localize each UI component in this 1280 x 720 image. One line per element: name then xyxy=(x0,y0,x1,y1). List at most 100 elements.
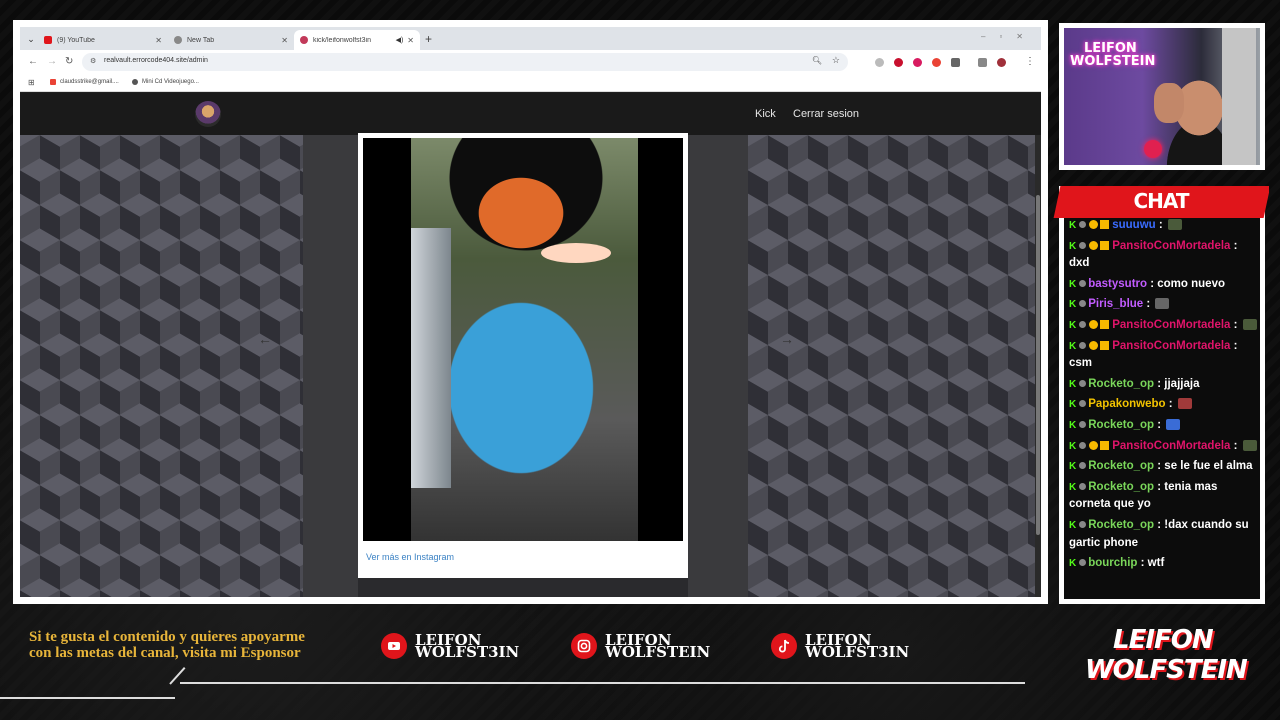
chat-username[interactable]: PansitoConMortadela xyxy=(1112,319,1230,331)
chat-separator: : xyxy=(1143,298,1154,311)
bookmark-videojuegos[interactable]: Mini Cd Videojuego... xyxy=(132,79,199,85)
social-tiktok: LEIFON WOLFST3IN xyxy=(771,633,925,660)
bookmark-label: Mini Cd Videojuego... xyxy=(142,79,199,85)
apps-grid-icon[interactable]: ⊞ xyxy=(28,78,35,87)
tab-close-icon[interactable]: ✕ xyxy=(281,36,288,45)
chat-username[interactable]: Rocketo_op xyxy=(1088,419,1154,431)
tab-youtube[interactable]: (9) YouTube ✕ xyxy=(38,30,168,50)
speaker-icon[interactable]: ◀) xyxy=(396,36,404,44)
chat-username[interactable]: Piris_blue xyxy=(1088,298,1143,310)
back-arrow-icon[interactable]: ← xyxy=(28,56,38,67)
chat-message: K PansitoConMortadela : xyxy=(1069,317,1258,335)
subscriber-badge-icon xyxy=(1089,319,1099,329)
hand-shape xyxy=(1154,83,1184,123)
nav-link-kick[interactable]: Kick xyxy=(755,108,776,120)
window-controls[interactable]: –▫✕ xyxy=(981,32,1037,41)
chat-message-text: csm xyxy=(1069,357,1093,370)
view-more-instagram-link[interactable]: Ver más en Instagram xyxy=(363,541,683,573)
social-name-line2: WOLFST3IN xyxy=(415,643,520,661)
prev-arrow-icon[interactable]: ← xyxy=(258,331,272,347)
browser-menu-icon[interactable]: ⋮ xyxy=(1025,56,1035,67)
forward-arrow-icon[interactable]: → xyxy=(47,56,57,67)
chat-username[interactable]: bastysutro xyxy=(1088,278,1147,290)
verified-badge-icon xyxy=(1079,482,1087,490)
chat-username[interactable]: suuuwu xyxy=(1112,219,1155,231)
tab-kick[interactable]: kick/leifonwolfst3in ◀) ✕ xyxy=(294,30,420,50)
social-name-line2: WOLFSTEIN xyxy=(605,643,711,661)
mascot-mouth-shape xyxy=(541,243,611,263)
bookmark-star-icon[interactable]: ☆ xyxy=(832,55,840,66)
kick-badge-icon: K xyxy=(1069,399,1077,411)
chat-emote-icon xyxy=(1167,219,1182,230)
verified-badge-icon xyxy=(1079,400,1087,408)
social-youtube: LEIFON WOLFST3IN xyxy=(381,633,535,661)
chat-emote-icon xyxy=(1242,318,1257,330)
divider-line-left xyxy=(0,697,175,699)
profile-avatar-icon[interactable] xyxy=(997,58,1006,67)
subscriber-badge-icon xyxy=(1089,340,1099,350)
chat-message: K Rocketo_op : !dax cuando su gartic phon… xyxy=(1069,517,1258,552)
chat-separator: : xyxy=(1154,518,1165,531)
verified-badge-icon xyxy=(1079,441,1087,449)
reload-icon[interactable]: ↻ xyxy=(65,56,73,67)
tab-close-icon[interactable]: ✕ xyxy=(155,36,162,45)
chat-username[interactable]: Rocketo_op xyxy=(1088,460,1154,472)
nav-link-logout[interactable]: Cerrar sesion xyxy=(793,108,859,120)
site-logo-avatar[interactable] xyxy=(195,101,221,127)
chat-separator: : xyxy=(1155,219,1166,231)
site-header: Kick Cerrar sesion xyxy=(20,93,1041,135)
chat-username[interactable]: Rocketo_op xyxy=(1088,481,1154,493)
verified-badge-icon xyxy=(1079,241,1087,249)
youtube-icon xyxy=(381,633,407,659)
chat-username[interactable]: bourchip xyxy=(1088,557,1137,569)
site-info-icon[interactable]: ⚙ xyxy=(90,57,96,65)
chat-message-text: jjajjaja xyxy=(1164,377,1200,390)
verified-badge-icon xyxy=(1079,221,1087,228)
page-scrollbar[interactable] xyxy=(1035,135,1041,597)
scrollbar-thumb[interactable] xyxy=(1036,195,1040,535)
microphone-icon xyxy=(1144,140,1162,158)
chat-username[interactable]: PansitoConMortadela xyxy=(1112,440,1230,452)
chat-message-text: dxd xyxy=(1069,257,1090,270)
chat-header: CHAT xyxy=(1053,186,1269,218)
extension-icon[interactable] xyxy=(913,58,922,67)
gmail-icon xyxy=(50,79,56,85)
puzzle-extensions-icon[interactable] xyxy=(951,58,960,67)
bookmark-gmail[interactable]: claudsstrike@gmail.... xyxy=(50,79,119,85)
chat-separator: : xyxy=(1154,460,1165,473)
gift-badge-icon xyxy=(1100,240,1110,250)
chat-separator: : xyxy=(1230,318,1241,331)
chat-username[interactable]: PansitoConMortadela xyxy=(1112,240,1230,252)
chat-username[interactable]: PansitoConMortadela xyxy=(1112,340,1230,352)
tab-search-chevron-icon[interactable]: ⌄ xyxy=(24,32,38,46)
url-omnibox[interactable]: ⚙ realvault.errorcode404.site/admin 🔍︎ ☆ xyxy=(82,53,848,71)
zoom-icon[interactable]: 🔍︎ xyxy=(812,56,822,65)
tab-label: (9) YouTube xyxy=(57,36,95,44)
tab-close-icon[interactable]: ✕ xyxy=(407,36,414,45)
tab-new-tab[interactable]: New Tab ✕ xyxy=(168,30,294,50)
modal-backdrop-right xyxy=(688,135,748,597)
kick-badge-icon: K xyxy=(1069,319,1077,331)
kick-badge-icon: K xyxy=(1069,299,1077,311)
kick-badge-icon: K xyxy=(1069,461,1077,473)
chat-username[interactable]: Rocketo_op xyxy=(1088,378,1154,390)
verified-badge-icon xyxy=(1079,379,1087,387)
extension-icon[interactable] xyxy=(875,58,884,67)
verified-badge-icon xyxy=(1079,341,1087,349)
subscriber-badge-icon xyxy=(1089,240,1099,250)
chat-message: K Papakonwebo : xyxy=(1069,396,1258,414)
gmail-extension-icon[interactable] xyxy=(932,58,941,67)
chat-username[interactable]: Rocketo_op xyxy=(1088,519,1154,531)
chat-username[interactable]: Papakonwebo xyxy=(1088,398,1165,410)
next-arrow-icon[interactable]: → xyxy=(780,331,794,347)
web-page: Kick Cerrar sesion ← → Ver más en Instag… xyxy=(20,93,1041,597)
kick-badge-icon: K xyxy=(1069,340,1077,352)
instagram-video[interactable] xyxy=(363,138,683,541)
modal-backdrop-left xyxy=(303,135,358,597)
neon-line-2: WOLFSTEIN xyxy=(1070,54,1156,69)
youtube-favicon-icon xyxy=(44,36,52,44)
new-tab-plus-icon[interactable]: + xyxy=(425,32,432,46)
download-icon[interactable] xyxy=(978,58,987,67)
extension-icon[interactable] xyxy=(894,58,903,67)
chat-message: K Rocketo_op : se le fue el alma xyxy=(1069,458,1258,476)
